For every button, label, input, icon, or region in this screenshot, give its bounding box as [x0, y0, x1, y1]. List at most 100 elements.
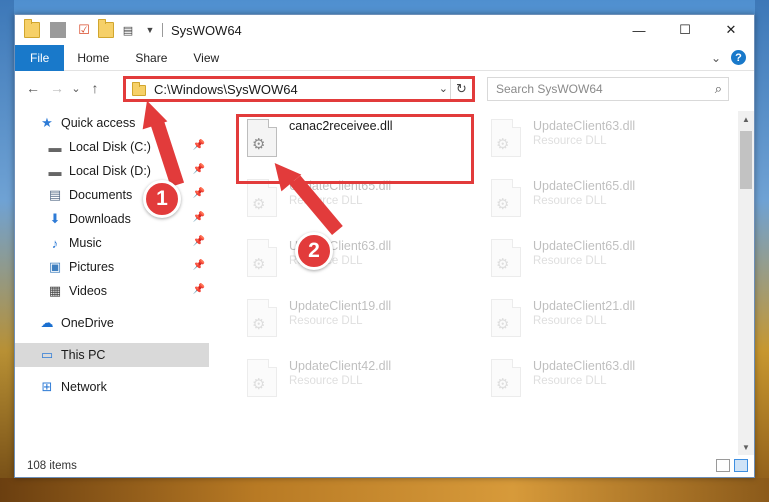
forward-button[interactable]: →	[45, 80, 69, 96]
folder-icon	[132, 82, 146, 96]
file-name: UpdateClient63.dll	[533, 359, 636, 373]
sidebar-item-pictures[interactable]: ▣ Pictures 📌	[15, 255, 209, 279]
file-item[interactable]: ⚙ UpdateClient63.dll Resource DLL	[479, 115, 704, 169]
documents-icon: ▤	[48, 187, 62, 202]
minimize-button[interactable]: —	[616, 15, 662, 45]
desktop-background-left	[0, 0, 14, 502]
file-item[interactable]: ⚙ UpdateClient19.dll Resource DLL	[235, 295, 460, 349]
pin-icon: 📌	[192, 260, 205, 271]
pin-icon: 📌	[192, 164, 205, 175]
address-dropdown-icon[interactable]: ⌄	[439, 82, 448, 95]
scroll-up-icon[interactable]: ▲	[738, 111, 754, 127]
sidebar-item-label: This PC	[61, 348, 106, 362]
dll-file-icon: ⚙	[487, 299, 525, 343]
ribbon-right: ⌄ ?	[711, 50, 746, 65]
file-name: UpdateClient42.dll	[289, 359, 392, 373]
file-name: UpdateClient63.dll	[533, 119, 636, 133]
sidebar-item-videos[interactable]: ▦ Videos 📌	[15, 279, 209, 303]
file-name: UpdateClient65.dll	[533, 179, 636, 193]
file-item[interactable]: ⚙ UpdateClient63.dll Resource DLL	[235, 235, 460, 289]
vertical-scrollbar[interactable]: ▲ ▼	[738, 111, 754, 455]
tab-file[interactable]: File	[15, 44, 65, 71]
sidebar-item-label: Local Disk (D:)	[69, 164, 151, 178]
desktop-background-right	[755, 0, 769, 502]
ribbon-tabs: File Home Share View ⌄ ?	[15, 44, 754, 71]
window-controls: — ☐ ✕	[616, 15, 754, 45]
computer-icon: ▭	[40, 347, 54, 362]
refresh-icon[interactable]: ↻	[450, 79, 472, 99]
details-view-icon[interactable]	[716, 459, 730, 472]
close-button[interactable]: ✕	[708, 15, 754, 45]
music-icon: ♪	[51, 235, 59, 251]
tab-view[interactable]: View	[180, 45, 232, 71]
scroll-thumb[interactable]	[740, 131, 752, 189]
file-name: UpdateClient19.dll	[289, 299, 392, 313]
properties-icon[interactable]: ☑	[76, 22, 92, 38]
file-type: Resource DLL	[533, 255, 607, 267]
large-icons-view-icon[interactable]	[734, 459, 748, 472]
window-title: SysWOW64	[171, 22, 242, 38]
help-icon[interactable]: ?	[731, 50, 746, 65]
status-bar: 108 items	[15, 455, 754, 477]
expand-ribbon-icon[interactable]: ⌄	[711, 51, 721, 65]
back-button[interactable]: ←	[21, 80, 45, 96]
sidebar-item-onedrive[interactable]: ☁ OneDrive	[15, 311, 209, 335]
pin-icon: 📌	[192, 284, 205, 295]
scroll-down-icon[interactable]: ▼	[738, 439, 754, 455]
file-item[interactable]: ⚙ UpdateClient63.dll Resource DLL	[479, 355, 704, 409]
videos-icon: ▦	[48, 283, 62, 298]
separator	[162, 23, 163, 37]
pictures-icon: ▣	[48, 259, 62, 274]
file-type: Resource DLL	[289, 315, 363, 327]
file-type: Resource DLL	[289, 375, 363, 387]
navigation-pane: ★ Quick access ▬ Local Disk (C:) 📌 ▬ Loc…	[15, 111, 209, 451]
sidebar-item-music[interactable]: ♪ Music 📌	[15, 231, 209, 255]
up-button[interactable]: ↑	[83, 80, 107, 96]
search-input[interactable]: Search SysWOW64 ⌕	[487, 77, 729, 101]
search-icon[interactable]: ⌕	[715, 81, 722, 97]
search-placeholder: Search SysWOW64	[496, 82, 603, 96]
new-folder-icon[interactable]	[98, 19, 114, 38]
address-bar[interactable]: C:\Windows\SysWOW64 ⌄ ↻	[123, 76, 475, 102]
sidebar-item-local-disk-c[interactable]: ▬ Local Disk (C:) 📌	[15, 135, 209, 159]
sidebar-item-quick-access[interactable]: ★ Quick access	[15, 111, 209, 135]
file-type: Resource DLL	[533, 135, 607, 147]
navigation-bar: ← → ⌄ ↑ C:\Windows\SysWOW64 ⌄ ↻ Search S…	[15, 73, 754, 103]
file-type: Resource DLL	[533, 195, 607, 207]
customize-toolbar-icon[interactable]: ▤	[120, 22, 136, 38]
separator	[50, 22, 66, 38]
step-2-badge: 2	[295, 232, 333, 270]
pin-icon: 📌	[192, 212, 205, 223]
download-icon: ⬇	[49, 211, 61, 226]
dll-file-icon: ⚙	[487, 179, 525, 223]
sidebar-item-network[interactable]: ⊞ Network	[15, 375, 209, 399]
file-name: UpdateClient65.dll	[533, 239, 636, 253]
tab-share[interactable]: Share	[122, 45, 180, 71]
file-explorer-window: ☑ ▤ ▼ SysWOW64 — ☐ ✕ File Home Share Vie…	[14, 14, 755, 478]
desktop-background-bottom	[0, 478, 769, 502]
file-item[interactable]: ⚙ UpdateClient65.dll Resource DLL	[479, 235, 704, 289]
dll-file-icon: ⚙	[243, 359, 281, 403]
quick-access-toolbar: ☑ ▤ ▼	[15, 19, 158, 38]
recent-locations-button[interactable]: ⌄	[69, 82, 83, 95]
toolbar-dropdown-icon[interactable]: ▼	[142, 22, 158, 38]
pin-icon: 📌	[192, 188, 205, 199]
sidebar-item-label: OneDrive	[61, 316, 114, 330]
sidebar-item-label: Pictures	[69, 260, 115, 274]
star-icon: ★	[41, 115, 53, 130]
tab-home[interactable]: Home	[64, 45, 122, 71]
sidebar-item-label: Videos	[69, 284, 107, 298]
dll-file-icon: ⚙	[243, 299, 281, 343]
drive-icon: ▬	[48, 163, 62, 179]
sidebar-item-this-pc[interactable]: ▭ This PC	[15, 343, 209, 367]
dll-file-icon: ⚙	[243, 239, 281, 283]
maximize-button[interactable]: ☐	[662, 15, 708, 45]
sidebar-item-downloads[interactable]: ⬇ Downloads 📌	[15, 207, 209, 231]
file-item[interactable]: ⚙ UpdateClient65.dll Resource DLL	[479, 175, 704, 229]
file-item[interactable]: ⚙ UpdateClient21.dll Resource DLL	[479, 295, 704, 349]
sidebar-item-label: Network	[61, 380, 107, 394]
address-path[interactable]: C:\Windows\SysWOW64	[154, 82, 298, 97]
file-item[interactable]: ⚙ UpdateClient42.dll Resource DLL	[235, 355, 460, 409]
